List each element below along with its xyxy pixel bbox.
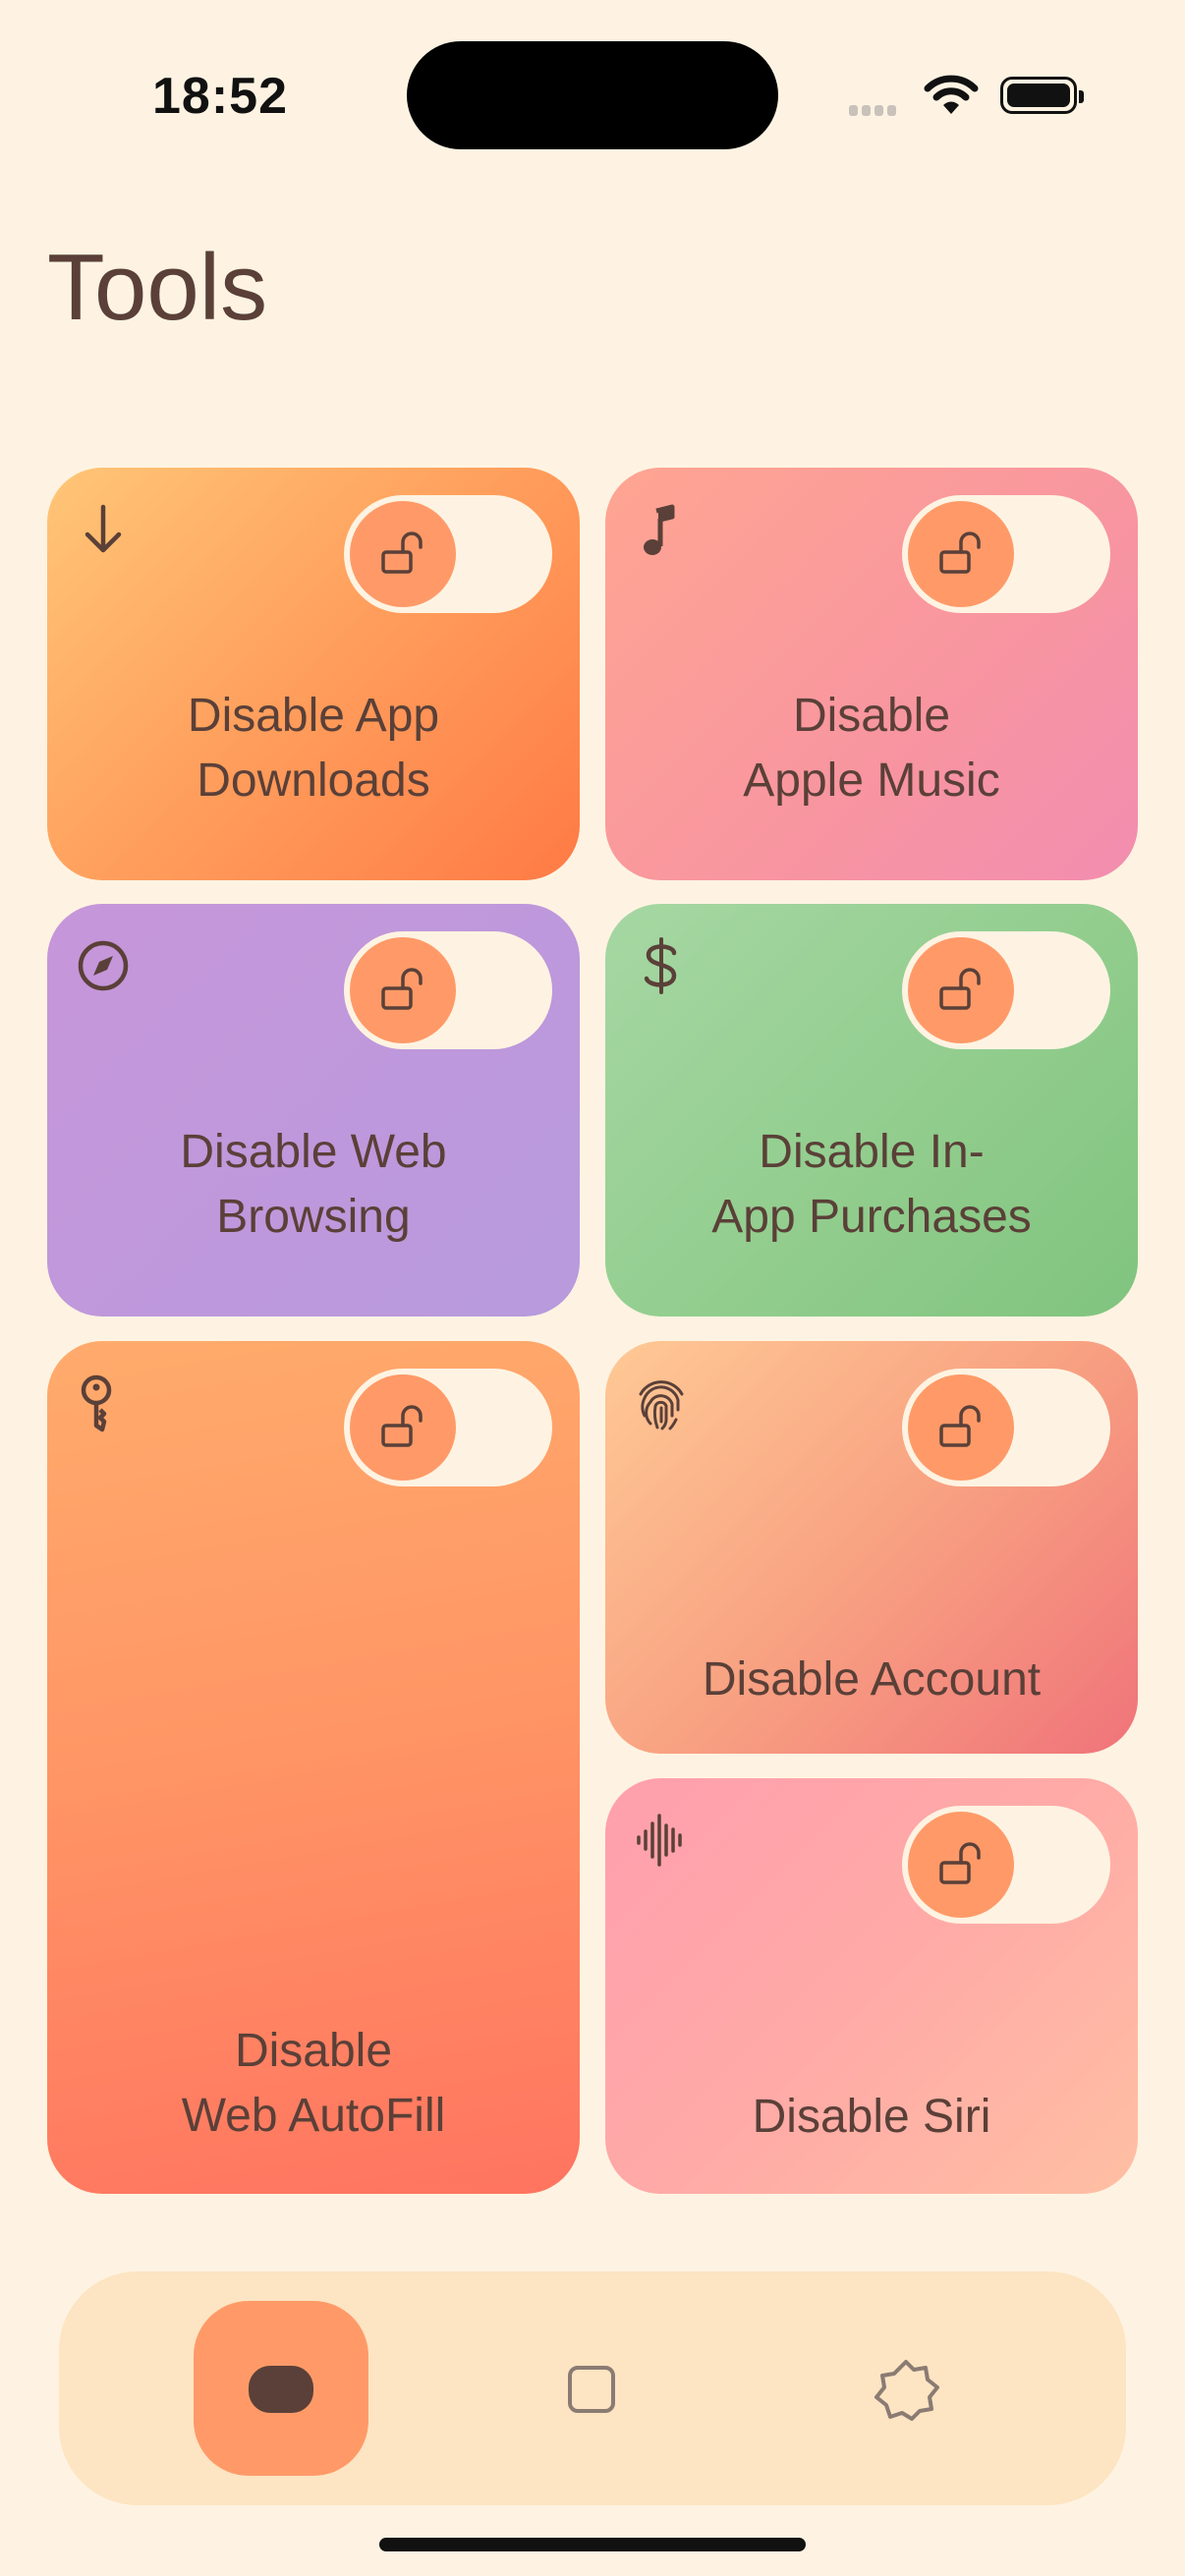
tool-label: Disable In- App Purchases [711,1126,1032,1243]
unlock-icon [381,532,423,574]
tool-card-app-downloads[interactable]: Disable App Downloads [47,468,580,880]
fingerprint-icon [639,1380,684,1430]
home-indicator[interactable] [379,2538,806,2551]
unlock-icon [939,532,981,574]
tool-label: Disable Siri [752,2091,991,2143]
lock-toggle[interactable] [902,495,1110,613]
compass-icon [78,940,129,991]
lock-toggle[interactable] [902,931,1110,1049]
lock-toggle[interactable] [344,1369,552,1486]
key-icon [81,1374,112,1432]
page-title: Tools [47,235,268,340]
status-bar: 18:52 [0,0,1185,196]
toggle-knob [350,937,456,1043]
tool-label: Disable Web Browsing [180,1126,447,1243]
dynamic-island [407,41,778,149]
unlock-icon [939,968,981,1010]
unlock-icon [381,968,423,1010]
toggle-knob [908,937,1014,1043]
square-icon [568,2366,615,2413]
tool-card-in-app-purchases[interactable]: Disable In- App Purchases [605,904,1138,1316]
tab-settings[interactable] [816,2301,990,2476]
unlock-icon [939,1405,981,1447]
battery-icon [1000,77,1084,114]
tool-card-account[interactable]: Disable Account [605,1341,1138,1754]
unlock-icon [939,1842,981,1884]
pill-icon [249,2366,313,2413]
music-note-icon [644,504,675,555]
tool-label: Disable Account [702,1653,1042,1706]
cellular-signal-icon [849,103,900,121]
status-time: 18:52 [152,68,288,125]
tool-card-web-autofill[interactable]: Disable Web AutoFill [47,1341,580,2194]
lock-toggle[interactable] [344,931,552,1049]
toggle-knob [350,501,456,607]
unlock-icon [381,1405,423,1447]
toggle-knob [908,501,1014,607]
waveform-icon [637,1814,682,1867]
tool-label: Disable App Downloads [187,690,440,807]
lock-toggle[interactable] [344,495,552,613]
toggle-knob [350,1374,456,1481]
toggle-knob [908,1812,1014,1918]
tool-card-apple-music[interactable]: Disable Apple Music [605,468,1138,880]
wifi-icon [924,75,979,114]
lock-toggle[interactable] [902,1369,1110,1486]
tool-label: Disable Apple Music [743,690,1000,807]
dollar-icon [644,937,677,994]
tool-card-siri[interactable]: Disable Siri [605,1778,1138,2194]
toggle-knob [908,1374,1014,1481]
tab-square[interactable] [501,2301,676,2476]
lock-toggle[interactable] [902,1806,1110,1924]
download-arrow-icon [85,504,122,553]
tool-label: Disable Web AutoFill [181,2025,446,2142]
tool-card-web-browsing[interactable]: Disable Web Browsing [47,904,580,1316]
gear-icon [875,2360,939,2421]
tab-bar [59,2271,1126,2505]
tab-tools[interactable] [194,2301,368,2476]
